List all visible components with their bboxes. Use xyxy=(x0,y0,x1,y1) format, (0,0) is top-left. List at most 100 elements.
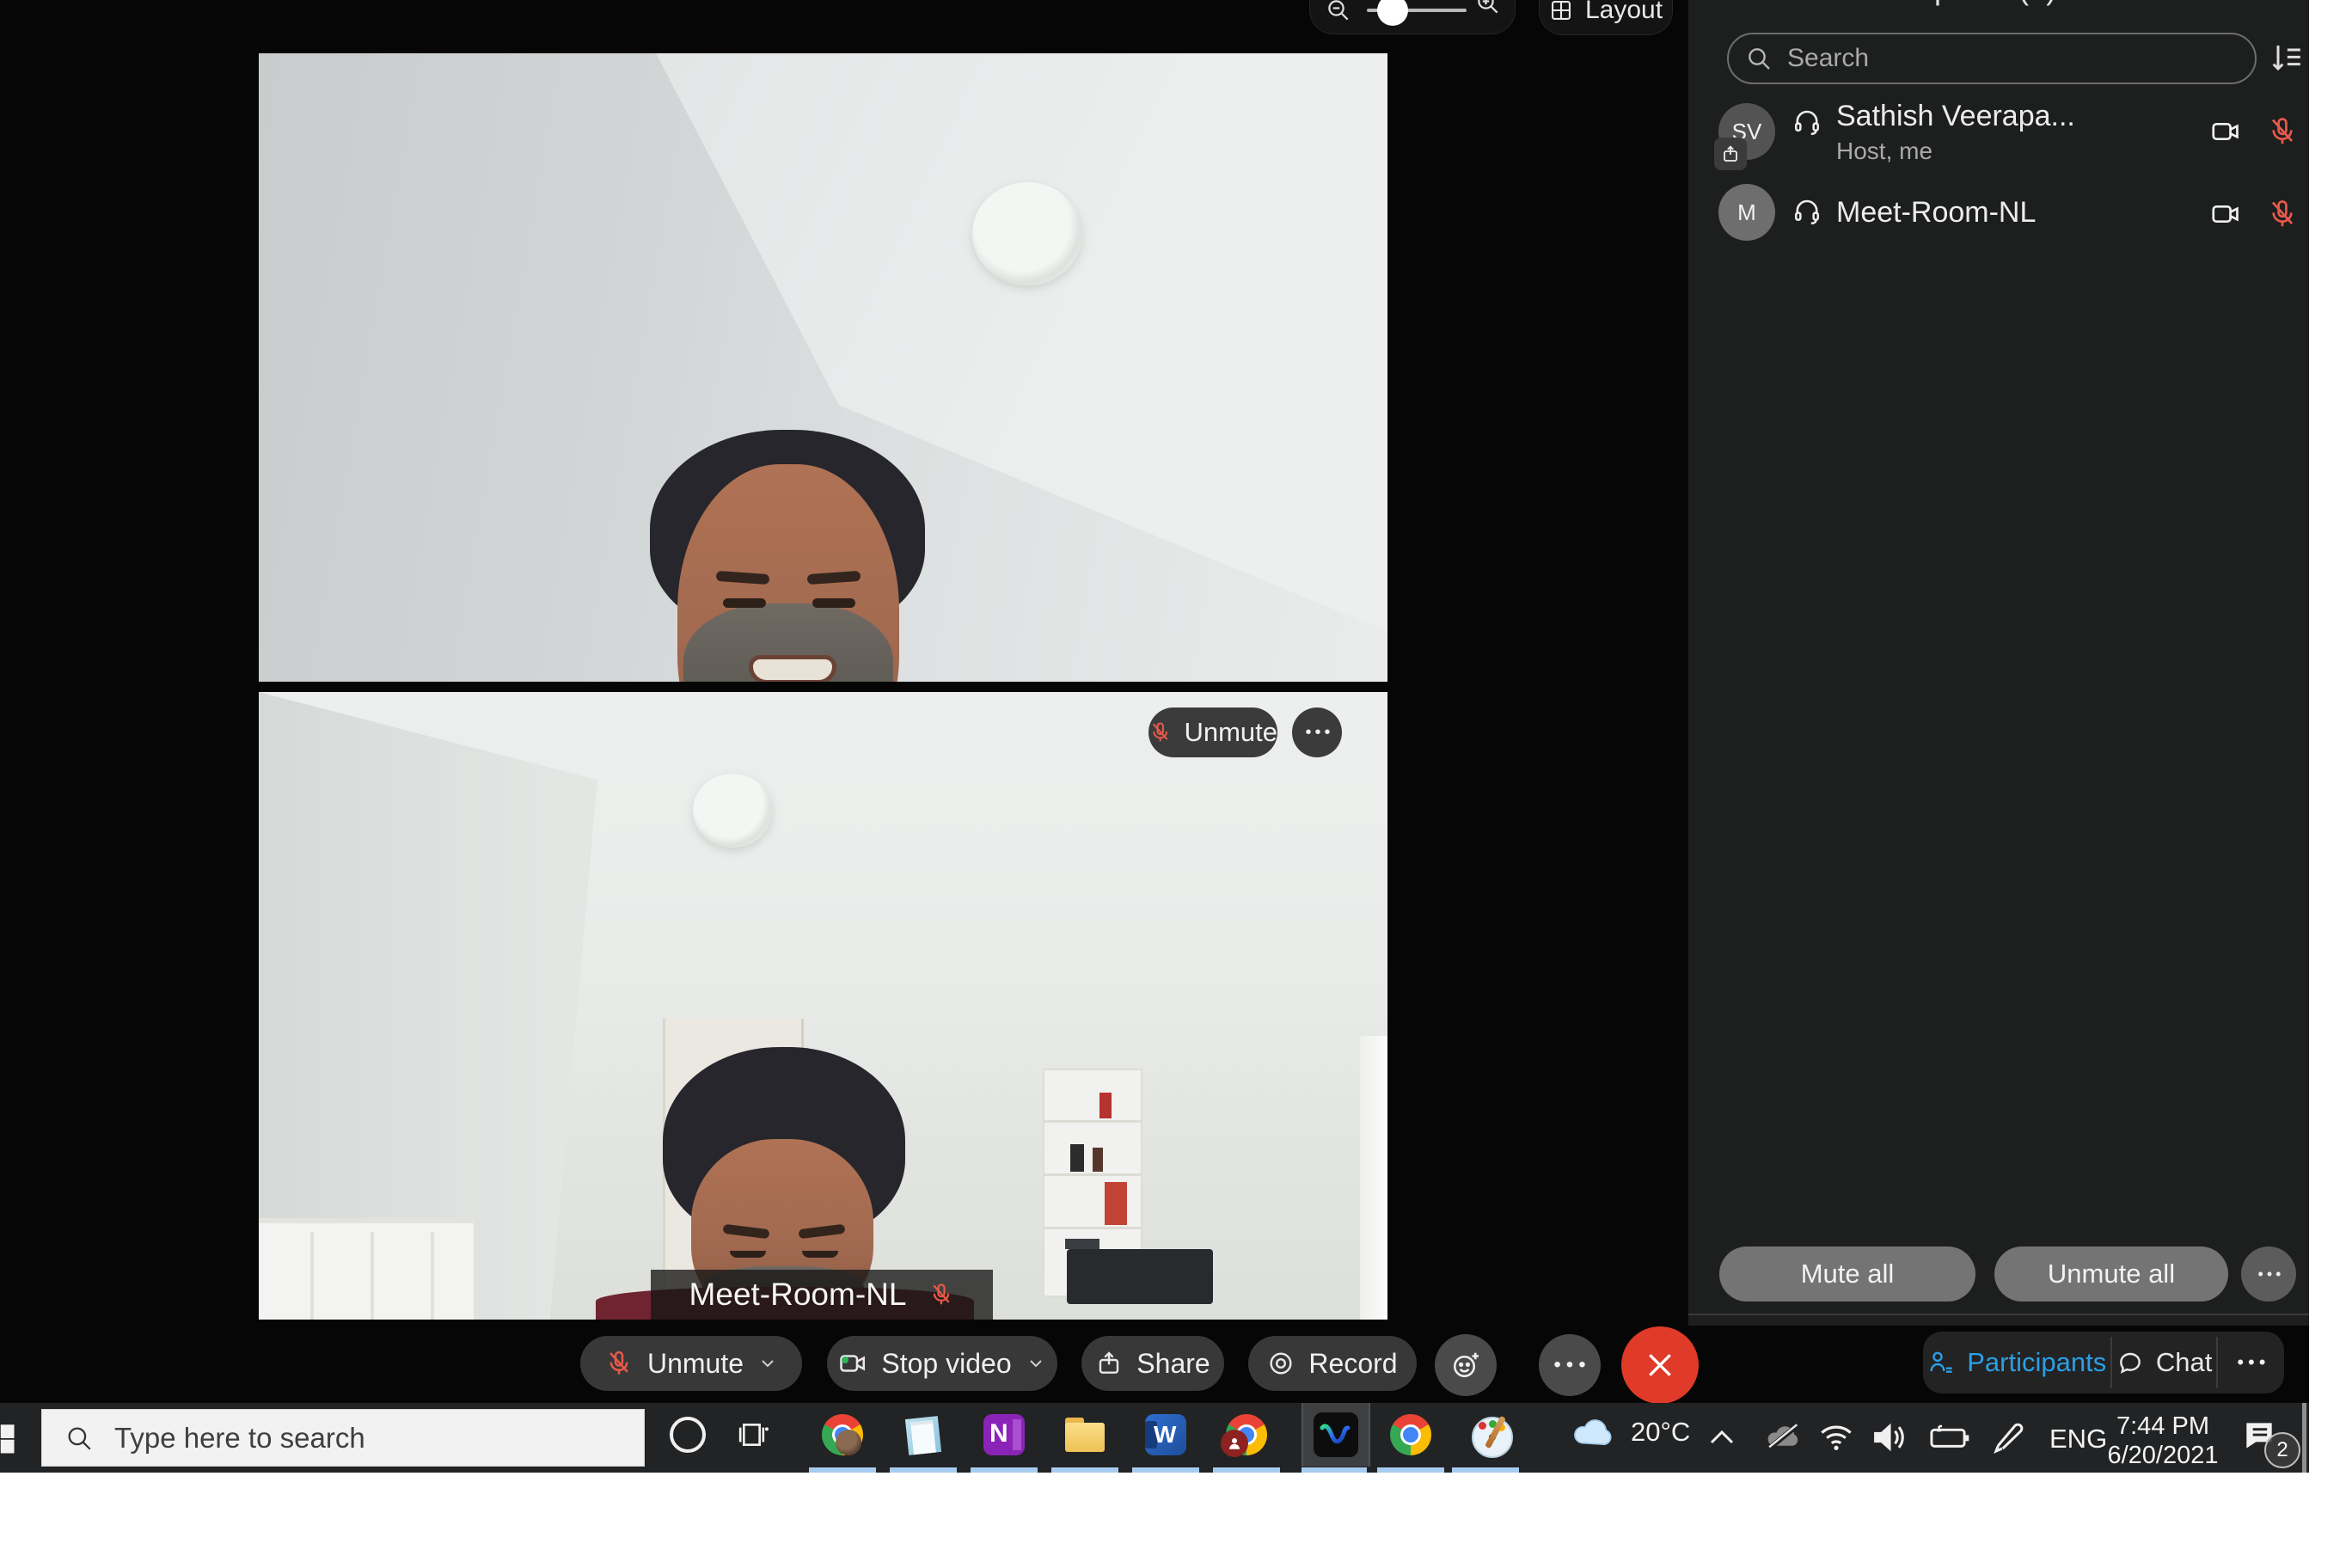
mic-off-icon xyxy=(604,1349,634,1378)
wifi-icon[interactable] xyxy=(1817,1418,1855,1455)
notepad-button[interactable] xyxy=(883,1403,964,1467)
taskbar-edge-line xyxy=(2302,1403,2306,1473)
tray-chevron-up-icon[interactable] xyxy=(1706,1425,1737,1449)
sort-participants-icon[interactable] xyxy=(2269,40,2304,77)
video-name-label: Meet-Room-NL xyxy=(689,1277,907,1313)
zoom-out-icon[interactable] xyxy=(1326,0,1351,23)
stop-video-button[interactable]: Stop video xyxy=(827,1336,1057,1391)
chrome-button[interactable] xyxy=(1370,1403,1451,1467)
battery-charging-icon[interactable] xyxy=(1926,1422,1970,1453)
avatar: M xyxy=(1718,184,1775,241)
record-label: Record xyxy=(1308,1348,1397,1380)
mute-all-button[interactable]: Mute all xyxy=(1719,1246,1975,1302)
more-icon: ••• xyxy=(1548,1355,1590,1375)
chrome-icon xyxy=(1390,1414,1431,1455)
end-meeting-button[interactable] xyxy=(1621,1326,1699,1404)
more-icon: ••• xyxy=(2253,1266,2285,1282)
profile-avatar xyxy=(836,1430,861,1455)
participants-toggle-label: Participants xyxy=(1967,1347,2106,1378)
clock-date: 6/20/2021 xyxy=(2106,1441,2220,1470)
close-icon xyxy=(1643,1348,1677,1382)
volume-icon[interactable] xyxy=(1871,1420,1908,1455)
panel-toggle-bar: Participants Chat ••• xyxy=(1923,1332,2284,1393)
meeting-window: Unmute ••• Meet-Room-NL xyxy=(0,0,2309,1403)
panel-more-button[interactable]: ••• xyxy=(2241,1246,2296,1302)
video-more-button[interactable]: ••• xyxy=(1292,707,1342,757)
notification-badge: 2 xyxy=(2264,1432,2300,1468)
more-options-button[interactable]: ••• xyxy=(1539,1334,1601,1396)
task-view-button[interactable] xyxy=(714,1403,794,1467)
onedrive-paused-icon[interactable] xyxy=(1764,1420,1804,1453)
participant-row[interactable]: SV Sathish Veerapa... Host, me xyxy=(1688,93,2309,175)
layout-grid-icon xyxy=(1549,0,1573,22)
layout-label: Layout xyxy=(1585,0,1663,25)
chat-toggle-button[interactable]: Chat xyxy=(2112,1332,2216,1393)
participants-panel: Participants (2) SV Sathish Ve xyxy=(1688,0,2309,1326)
chrome-profile-button[interactable] xyxy=(802,1403,883,1467)
unmute-label: Unmute xyxy=(647,1348,744,1380)
share-button[interactable]: Share xyxy=(1081,1336,1224,1391)
mic-off-icon[interactable] xyxy=(2266,115,2299,148)
video-feed-self xyxy=(259,53,1387,682)
windows-taskbar: N W xyxy=(0,1403,2309,1473)
mic-off-icon[interactable] xyxy=(2266,198,2299,230)
action-center-button[interactable]: 2 xyxy=(2240,1417,2295,1461)
onenote-button[interactable]: N xyxy=(964,1403,1044,1467)
video-unmute-label: Unmute xyxy=(1184,717,1277,748)
notepad-icon xyxy=(903,1414,943,1455)
participants-toggle-button[interactable]: Participants xyxy=(1923,1332,2110,1393)
taskbar-clock[interactable]: 7:44 PM 6/20/2021 xyxy=(2106,1412,2220,1470)
paint-button[interactable] xyxy=(1451,1403,1532,1467)
word-button[interactable]: W xyxy=(1125,1403,1206,1467)
file-explorer-button[interactable] xyxy=(1044,1403,1125,1467)
chrome-meet-button[interactable] xyxy=(1206,1403,1287,1467)
weather-cloud-icon xyxy=(1571,1415,1617,1449)
unmute-all-button[interactable]: Unmute all xyxy=(1994,1246,2228,1302)
reactions-button[interactable] xyxy=(1435,1334,1497,1396)
chevron-down-icon[interactable] xyxy=(757,1353,778,1374)
pen-input-icon[interactable] xyxy=(1989,1418,2025,1455)
language-indicator[interactable]: ENG xyxy=(2049,1424,2107,1455)
mic-off-icon xyxy=(928,1282,954,1308)
stop-video-label: Stop video xyxy=(881,1348,1011,1380)
participant-role: Host, me xyxy=(1836,138,1932,165)
person-badge xyxy=(1221,1430,1248,1457)
webex-button[interactable] xyxy=(1302,1403,1370,1467)
panel-footer-divider xyxy=(1688,1314,2309,1315)
chrome-icon xyxy=(822,1414,863,1455)
share-icon xyxy=(1095,1350,1123,1377)
weather-temp: 20°C xyxy=(1631,1417,1690,1448)
more-icon: ••• xyxy=(2232,1353,2269,1372)
clock-time: 7:44 PM xyxy=(2106,1412,2220,1441)
unmute-button[interactable]: Unmute xyxy=(580,1336,802,1391)
zoom-control xyxy=(1309,0,1516,34)
layout-button[interactable]: Layout xyxy=(1539,0,1673,35)
chat-toggle-label: Chat xyxy=(2156,1347,2212,1378)
camera-on-icon xyxy=(2209,198,2242,230)
participant-search-input[interactable] xyxy=(1727,33,2257,84)
paint-icon xyxy=(1470,1413,1513,1456)
zoom-slider-knob[interactable] xyxy=(1377,0,1408,26)
person-smile xyxy=(749,655,836,682)
start-button-icon[interactable] xyxy=(0,1420,17,1456)
cortana-icon xyxy=(670,1417,706,1453)
headset-icon xyxy=(1792,196,1822,227)
zoom-in-icon[interactable] xyxy=(1475,0,1501,16)
onenote-icon: N xyxy=(983,1414,1025,1455)
avatar-initials: M xyxy=(1737,199,1756,226)
taskbar-search-input[interactable] xyxy=(113,1421,563,1455)
participant-row[interactable]: M Meet-Room-NL xyxy=(1688,175,2309,253)
weather-tray-item[interactable]: 20°C xyxy=(1571,1415,1690,1449)
video-unmute-button[interactable]: Unmute xyxy=(1148,707,1277,757)
chat-icon xyxy=(2116,1349,2144,1376)
panel-header-clipped: Participants (2) xyxy=(1848,0,2056,7)
window-light xyxy=(1360,1036,1387,1320)
search-icon xyxy=(1745,45,1773,72)
participant-name: Sathish Veerapa... xyxy=(1836,100,2075,133)
more-panels-button[interactable]: ••• xyxy=(2218,1332,2284,1393)
mute-all-label: Mute all xyxy=(1801,1259,1895,1289)
record-button[interactable]: Record xyxy=(1248,1336,1417,1391)
chevron-down-icon[interactable] xyxy=(1026,1353,1046,1374)
headset-icon xyxy=(1792,107,1822,138)
taskbar-search[interactable] xyxy=(41,1409,645,1467)
